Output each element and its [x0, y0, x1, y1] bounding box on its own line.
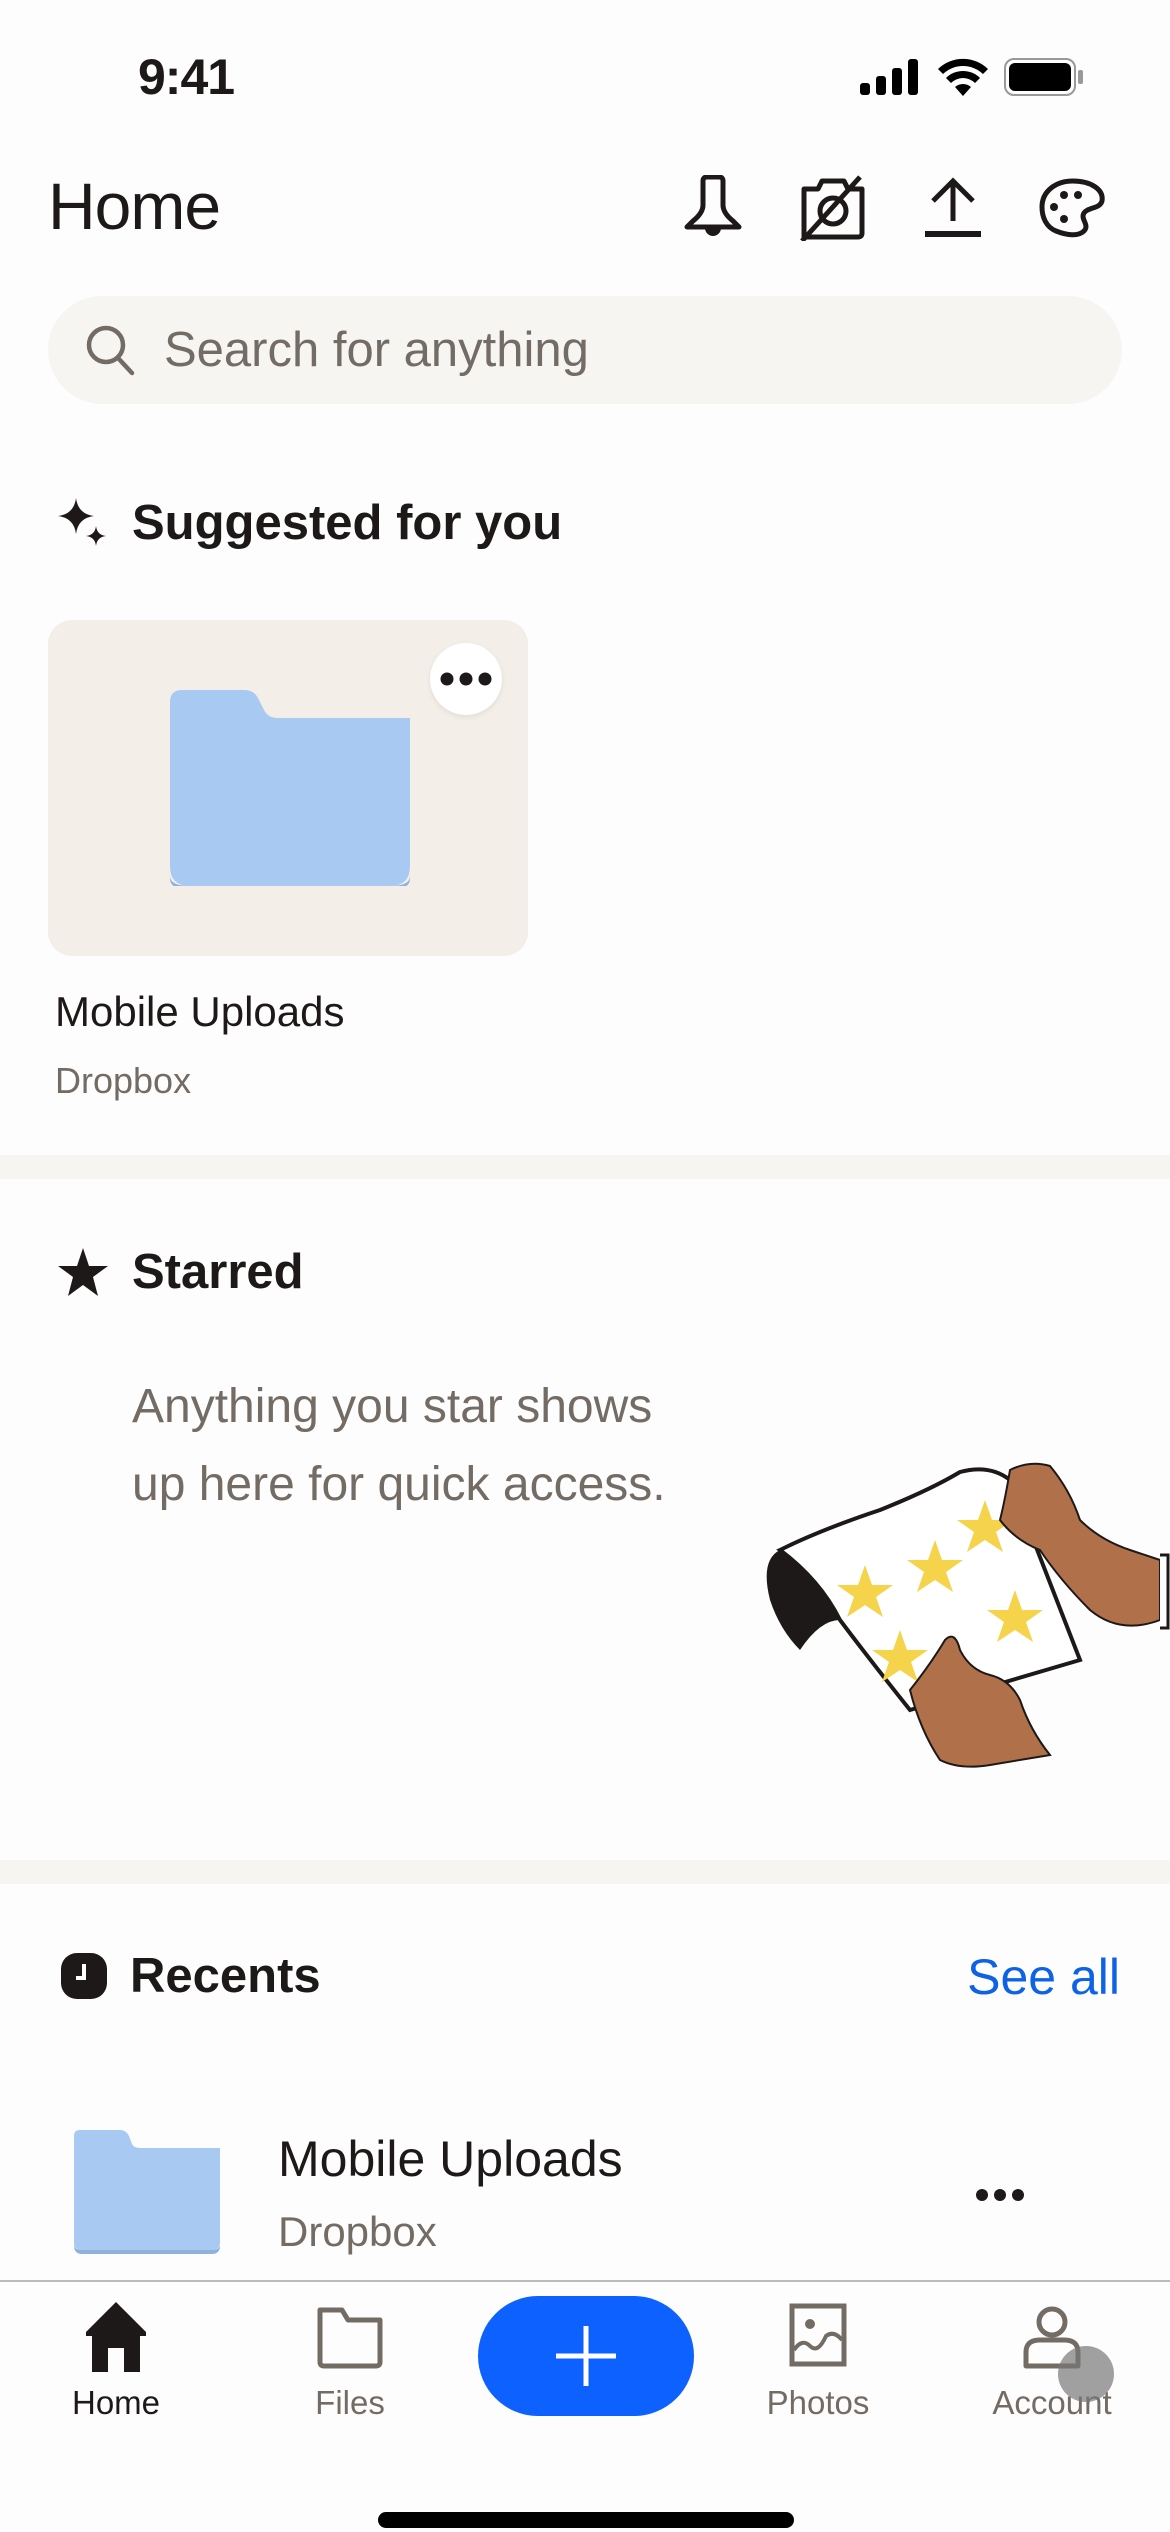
folder-outline-icon [317, 2307, 383, 2369]
folder-icon [170, 690, 410, 886]
recent-item-location: Dropbox [278, 2208, 437, 2255]
tab-files[interactable]: Files [260, 2300, 440, 2440]
starred-section-header: Starred [56, 1244, 304, 1300]
sparkle-icon [58, 498, 106, 546]
camera-off-icon [800, 175, 865, 241]
suggested-item-location: Dropbox [55, 1060, 192, 1101]
touch-indicator [1058, 2346, 1114, 2402]
upload-icon [925, 177, 981, 237]
battery-icon [1004, 58, 1083, 96]
status-icons [860, 58, 1084, 96]
suggested-section-header: Suggested for you [56, 495, 562, 551]
star-icon [58, 1248, 108, 1296]
create-button[interactable] [478, 2296, 694, 2416]
tab-photos-label: Photos [766, 2384, 870, 2421]
page-title: Home [48, 169, 221, 243]
see-all-link[interactable]: See all [967, 1948, 1120, 2006]
search-bar[interactable] [48, 296, 1122, 404]
more-horizontal-icon [440, 672, 492, 686]
section-divider [0, 1860, 1170, 1884]
suggested-title: Suggested for you [132, 496, 563, 550]
photo-icon [789, 2303, 847, 2367]
starred-empty-text: Anything you star shows up here for quic… [132, 1380, 666, 1511]
recents-title: Recents [130, 1949, 321, 2003]
section-divider [0, 1155, 1170, 1179]
home-indicator [378, 2512, 794, 2528]
recent-item-more-button[interactable] [970, 2165, 1030, 2225]
upload-button[interactable] [913, 168, 993, 248]
clock-icon [61, 1953, 107, 1999]
search-input[interactable] [164, 322, 1064, 378]
more-horizontal-icon [976, 2189, 1024, 2201]
wifi-icon [938, 58, 988, 96]
search-icon [86, 325, 135, 376]
recent-item-name: Mobile Uploads [278, 2131, 623, 2187]
tab-home[interactable]: Home [26, 2300, 206, 2440]
folder-icon [74, 2130, 220, 2254]
suggested-item-more-button[interactable] [430, 643, 502, 715]
tab-home-label: Home [71, 2384, 161, 2421]
theme-button[interactable] [1033, 168, 1113, 248]
tab-account[interactable]: Account [962, 2300, 1142, 2440]
recents-section-header: Recents [60, 1948, 321, 2004]
camera-uploads-button[interactable] [793, 168, 873, 248]
bell-icon [684, 175, 742, 236]
tab-files-label: Files [315, 2384, 385, 2421]
plus-icon [556, 2326, 616, 2386]
home-icon [86, 2302, 146, 2372]
starred-illustration [766, 1462, 1170, 1768]
tab-photos[interactable]: Photos [728, 2300, 908, 2440]
starred-title: Starred [132, 1245, 304, 1299]
suggested-item-name: Mobile Uploads [55, 988, 345, 1035]
cellular-signal-icon [860, 59, 918, 95]
status-time: 9:41 [138, 49, 235, 105]
notifications-button[interactable] [673, 168, 753, 248]
palette-icon [1039, 178, 1105, 238]
